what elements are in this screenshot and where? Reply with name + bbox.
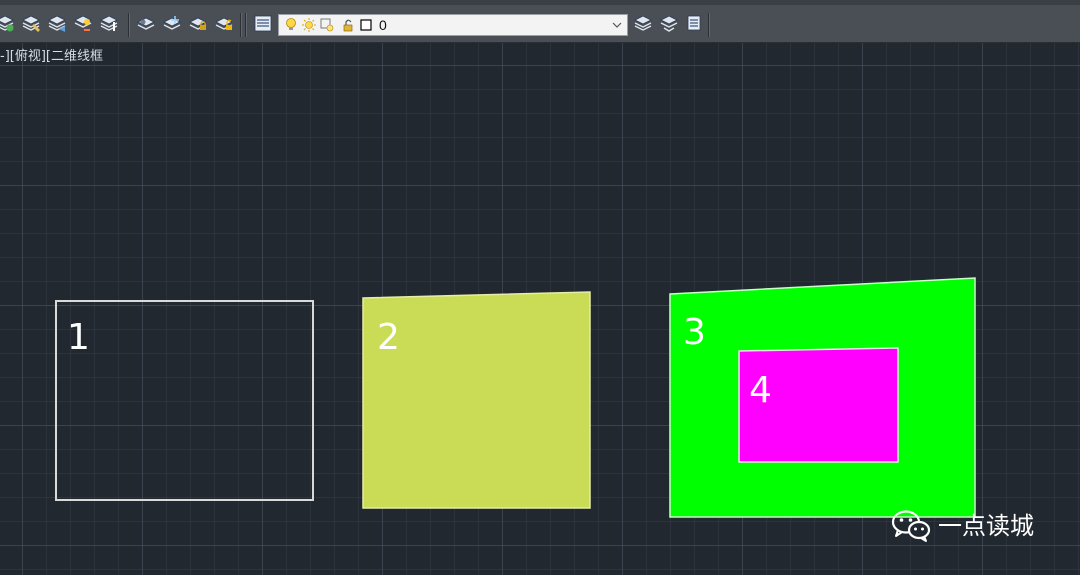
wechat-icon bbox=[891, 510, 931, 542]
drawing-entities bbox=[55, 277, 976, 518]
shape-3-number: 3 bbox=[683, 312, 706, 353]
shape-4-number: 4 bbox=[749, 370, 772, 411]
watermark-text: 一点读城 bbox=[938, 512, 1034, 540]
shape-2-number: 2 bbox=[377, 317, 400, 358]
autocad-window: 0 -][俯视][二维线框 1 2 3 4 一点读城 bbox=[0, 0, 1080, 575]
shape-1-outline[interactable] bbox=[55, 300, 314, 501]
shape-1-number: 1 bbox=[67, 317, 90, 358]
